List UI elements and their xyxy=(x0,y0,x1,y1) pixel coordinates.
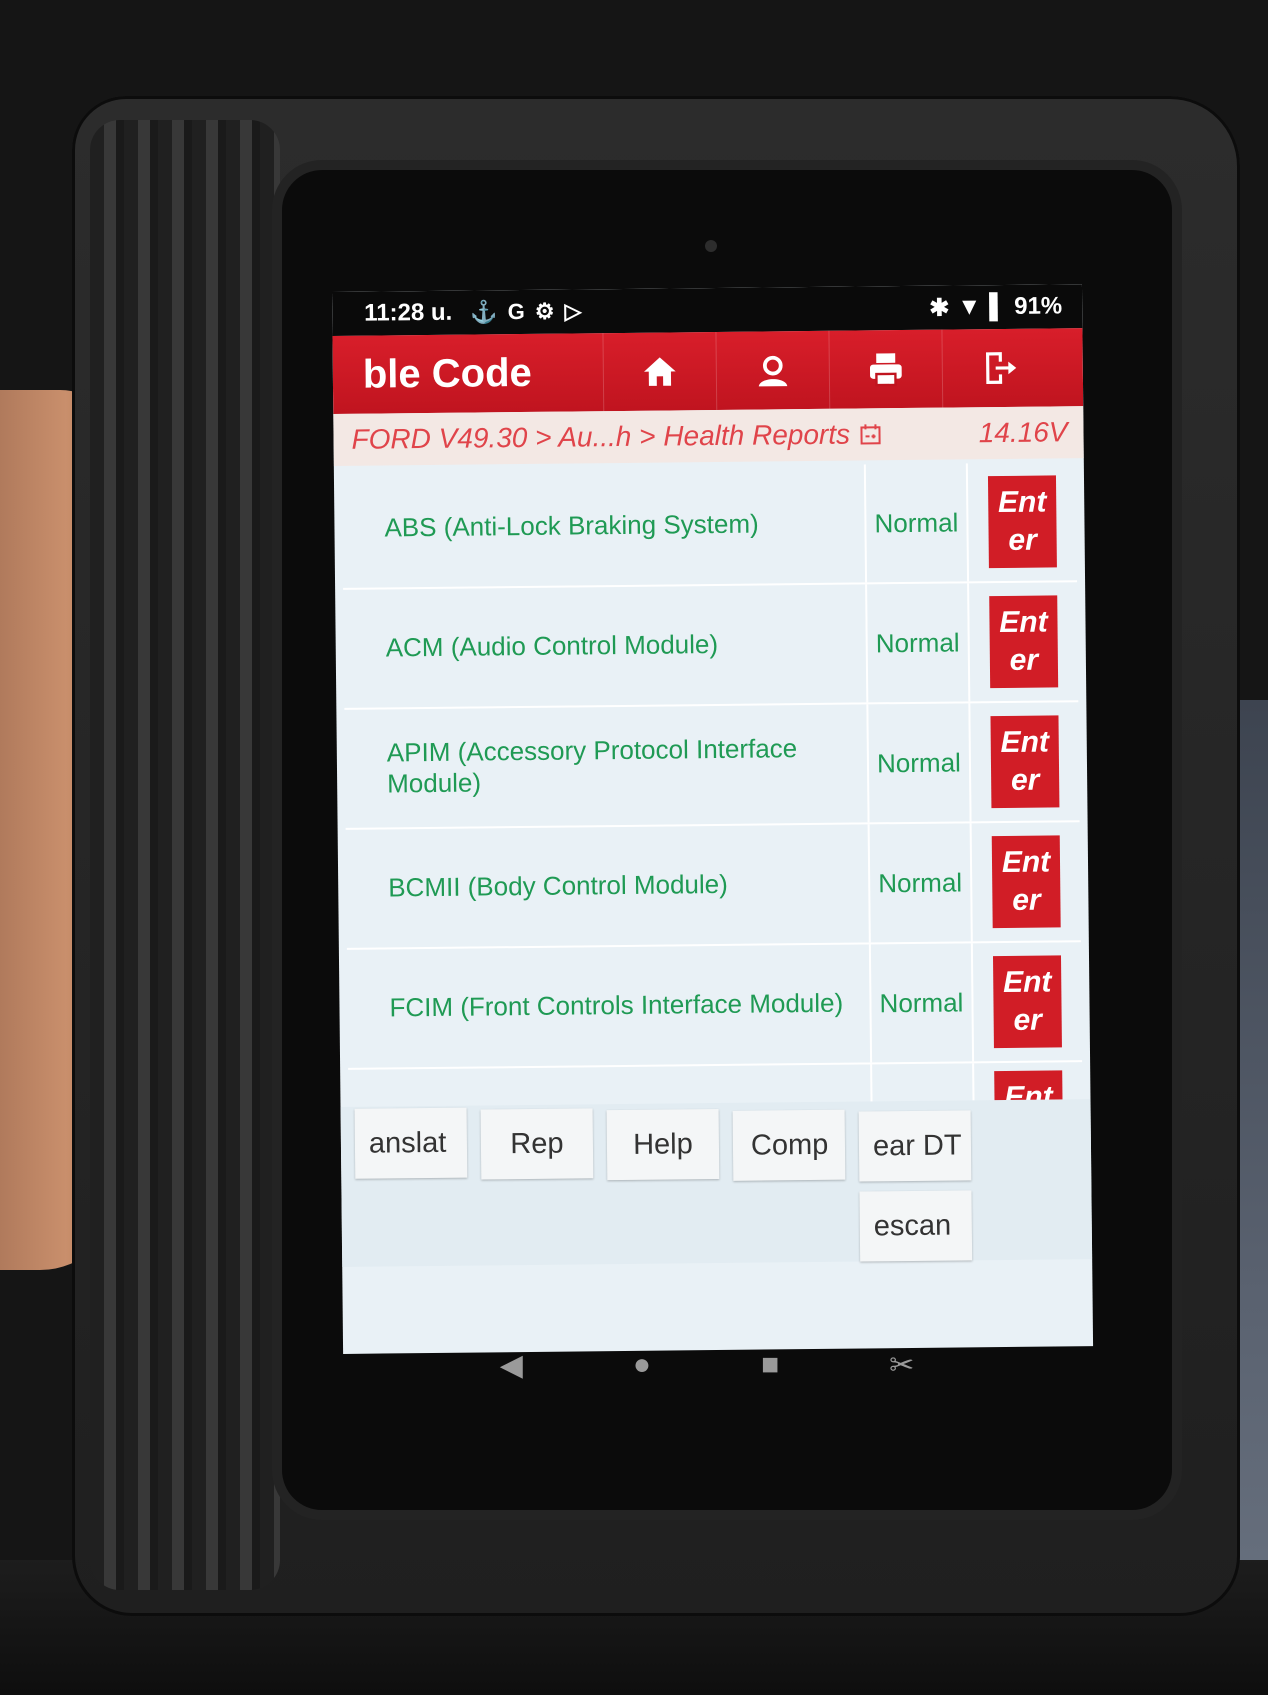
compare-button[interactable]: Comp xyxy=(732,1109,846,1181)
battery-level: 91% xyxy=(1013,292,1063,320)
wifi-icon: ▼ xyxy=(957,293,982,321)
module-name: ABS (Anti-Lock Braking System) xyxy=(341,464,868,588)
case-grip-ribs xyxy=(90,120,280,1590)
screenshot-icon[interactable]: ✂ xyxy=(889,1348,914,1383)
clear-dtc-button[interactable]: ear DT xyxy=(858,1110,972,1182)
enter-button[interactable]: Enter xyxy=(991,835,1061,929)
bottom-toolbar: anslat Rep Help Comp ear DT escan xyxy=(340,1099,1093,1267)
rescan-button[interactable]: escan xyxy=(859,1190,973,1262)
play-icon: ▷ xyxy=(564,298,592,324)
back-icon[interactable]: ◀ xyxy=(500,1348,523,1383)
enter-button[interactable]: Enter xyxy=(990,715,1060,809)
translate-button[interactable]: anslat xyxy=(354,1107,468,1179)
module-name: BCMII (Body Control Module) xyxy=(345,824,871,948)
breadcrumb: FORD V49.30 > Au...h > Health Reports 14… xyxy=(333,406,1084,466)
settings-icon: ⚙ xyxy=(534,298,565,324)
enter-label-bottom: er xyxy=(1012,883,1041,917)
enter-label-top: Ent xyxy=(997,485,1047,520)
enter-button[interactable]: Enter xyxy=(992,955,1062,1049)
module-name: ACM (Audio Control Module) xyxy=(343,584,869,708)
table-row: FCIM (Front Controls Interface Module) N… xyxy=(346,942,1083,1070)
enter-label-bottom: er xyxy=(1009,643,1039,677)
printer-icon xyxy=(869,353,902,387)
table-row: APIM (Accessory Protocol Interface Modul… xyxy=(344,702,1080,830)
enter-label-top: Ent xyxy=(999,605,1048,640)
calendar-battery-icon xyxy=(859,424,881,445)
module-name: FCIM (Front Controls Interface Module) xyxy=(346,944,873,1068)
module-status: Normal xyxy=(870,943,975,1063)
usb-icon: ⚓ xyxy=(470,299,508,325)
user-icon xyxy=(758,355,788,387)
module-status: Normal xyxy=(868,703,972,823)
print-button[interactable] xyxy=(828,329,943,409)
battery-icon: ▌ xyxy=(988,292,1007,321)
android-nav-bar: ◀ ● ■ ✂ xyxy=(332,1330,1082,1400)
home-nav-icon[interactable]: ● xyxy=(633,1348,651,1382)
enter-label-top: Ent xyxy=(1000,725,1050,760)
recents-icon[interactable]: ■ xyxy=(761,1348,779,1382)
page-title: ble Code xyxy=(362,350,532,397)
module-name: APIM (Accessory Protocol Interface Modul… xyxy=(344,704,870,828)
module-list: ABS (Anti-Lock Braking System) Normal En… xyxy=(341,462,1084,1158)
table-row: ABS (Anti-Lock Braking System) Normal En… xyxy=(341,462,1078,590)
exit-button[interactable] xyxy=(941,328,1056,408)
module-status: Normal xyxy=(865,463,970,583)
enter-button[interactable]: Enter xyxy=(989,595,1059,689)
google-icon: G xyxy=(507,298,535,325)
breadcrumb-path: FORD V49.30 > Au...h > Health Reports xyxy=(351,418,851,455)
front-camera xyxy=(705,240,717,252)
module-status: Normal xyxy=(869,823,973,943)
enter-label-bottom: er xyxy=(1010,763,1040,797)
help-button[interactable]: Help xyxy=(606,1108,720,1181)
table-row: BCMII (Body Control Module) Normal Ent er xyxy=(345,822,1081,950)
enter-button[interactable]: Enter xyxy=(987,475,1057,569)
bluetooth-icon: ✱ xyxy=(929,294,950,322)
app-header: ble Code xyxy=(332,328,1084,414)
enter-label-top: Ent xyxy=(1002,965,1052,1000)
report-button[interactable]: Rep xyxy=(480,1108,594,1180)
status-time: 11:28 u. xyxy=(364,298,453,327)
enter-label-top: Ent xyxy=(1001,845,1051,880)
module-status: Normal xyxy=(867,583,971,703)
home-button[interactable] xyxy=(602,331,717,412)
home-icon xyxy=(644,357,676,386)
user-button[interactable] xyxy=(715,330,830,410)
enter-label-bottom: er xyxy=(1013,1003,1043,1037)
table-row: ACM (Audio Control Module) Normal Ent er xyxy=(343,582,1079,710)
exit-icon xyxy=(986,352,1017,384)
tablet-screen: 11:28 u. ⚓G⚙▷ ✱ ▼ ▌ 91% ble Code FORD V4… xyxy=(332,284,1094,1354)
enter-label-bottom: er xyxy=(1008,523,1037,557)
status-bar: 11:28 u. ⚓G⚙▷ ✱ ▼ ▌ 91% xyxy=(332,284,1083,336)
notification-icons: ⚓G⚙▷ xyxy=(470,298,591,325)
battery-voltage: 14.16V xyxy=(978,416,1068,449)
